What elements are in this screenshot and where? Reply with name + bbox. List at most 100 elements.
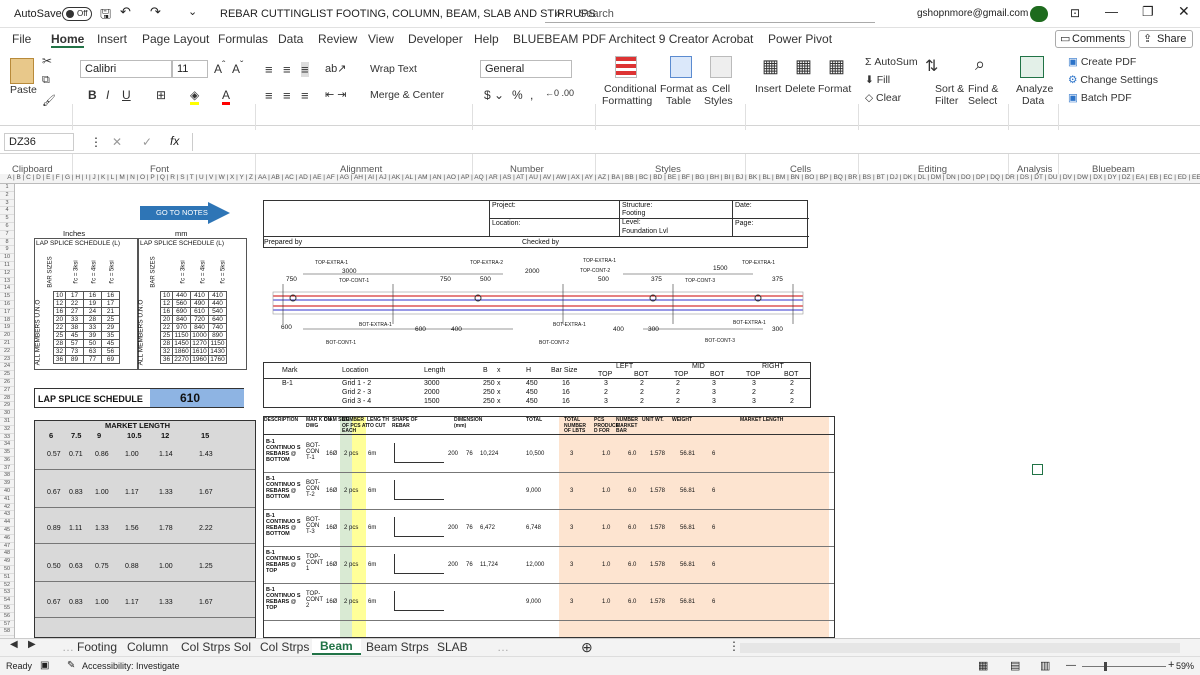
row-header[interactable]: 46 <box>0 535 14 543</box>
row-header[interactable]: 20 <box>0 332 14 340</box>
row-header[interactable]: 2 <box>0 192 14 200</box>
format-as-label[interactable]: Format as <box>660 83 707 95</box>
close-icon[interactable]: ✕ <box>1178 3 1190 20</box>
row-header[interactable]: 37 <box>0 465 14 473</box>
market-cell[interactable]: 0.71 <box>69 451 83 458</box>
row-header[interactable]: 54 <box>0 597 14 606</box>
align-left-icon[interactable]: ≡ <box>265 88 273 103</box>
indent-icon[interactable]: ⇤ ⇥ <box>325 88 347 101</box>
row-header[interactable]: 41 <box>0 496 14 504</box>
market-cell[interactable]: 1.78 <box>159 525 173 532</box>
format-cells-icon[interactable]: ▦ <box>828 56 845 77</box>
table-cell[interactable]: 1960 <box>190 355 209 364</box>
row-header[interactable]: 10 <box>0 254 14 262</box>
table-cell[interactable]: 440 <box>172 291 191 300</box>
conditional-formatting-icon[interactable] <box>615 56 637 78</box>
row-header[interactable]: 48 <box>0 550 14 559</box>
clear-label[interactable]: Clear <box>876 92 901 104</box>
zoom-out-icon[interactable]: — <box>1066 660 1076 671</box>
row-header[interactable]: 52 <box>0 582 14 590</box>
table-cell[interactable]: 10 <box>160 291 173 300</box>
fill-label[interactable]: Fill <box>877 74 890 86</box>
zoom-in-icon[interactable]: + <box>1168 659 1174 671</box>
tab-col-strps[interactable]: Col Strps <box>260 640 309 654</box>
market-cell[interactable]: 1.25 <box>199 563 213 570</box>
table-cell[interactable]: 36 <box>160 355 173 364</box>
table-cell[interactable]: 12 <box>53 299 66 308</box>
batch-pdf-label[interactable]: Batch PDF <box>1081 92 1132 104</box>
row-header[interactable]: 36 <box>0 457 14 465</box>
menu-insert[interactable]: Insert <box>97 32 127 46</box>
tab-beam[interactable]: Beam <box>312 639 361 655</box>
table-cell[interactable]: 21 <box>101 307 120 316</box>
tab-scroll-left-icon[interactable]: ◀ <box>10 639 18 650</box>
tab-slab[interactable]: SLAB <box>437 640 468 654</box>
table-cell[interactable]: 560 <box>172 299 191 308</box>
number-format-select[interactable]: General <box>480 60 572 78</box>
find-label[interactable]: Find & <box>968 83 998 95</box>
table-cell[interactable]: 840 <box>172 315 191 324</box>
row-header[interactable]: 11 <box>0 262 14 270</box>
menu-file[interactable]: File <box>12 32 31 46</box>
row-header[interactable]: 24 <box>0 363 14 372</box>
market-cell[interactable]: 1.33 <box>159 599 173 606</box>
grow-font-icon[interactable]: Aˆ <box>214 60 225 76</box>
row-header[interactable]: 14 <box>0 285 14 294</box>
table-cell[interactable]: 1150 <box>208 339 227 348</box>
row-header[interactable]: 6 <box>0 223 14 231</box>
accessibility-status[interactable]: Accessibility: Investigate <box>82 661 180 671</box>
table-cell[interactable]: 16 <box>83 291 102 300</box>
row-header[interactable]: 53 <box>0 589 14 598</box>
row-header[interactable]: 32 <box>0 426 14 434</box>
row-header[interactable]: 7 <box>0 231 14 239</box>
sort-filter-icon[interactable]: ⇅ <box>925 56 938 76</box>
create-pdf-label[interactable]: Create PDF <box>1081 56 1136 68</box>
table-cell[interactable]: 1000 <box>190 331 209 340</box>
zoom-level[interactable]: 59% <box>1176 661 1194 671</box>
market-cell[interactable]: 1.00 <box>159 563 173 570</box>
italic-icon[interactable]: I <box>106 88 109 102</box>
page-layout-view-icon[interactable]: ▤ <box>1010 659 1020 672</box>
redo-icon[interactable]: ↷ <box>150 4 161 20</box>
delete-cells-icon[interactable]: ▦ <box>795 56 812 77</box>
row-header[interactable]: 50 <box>0 566 14 574</box>
cut-icon[interactable]: ✂ <box>42 54 52 68</box>
enter-icon[interactable]: ✓ <box>142 135 152 149</box>
row-header[interactable]: 47 <box>0 543 14 551</box>
menu-data[interactable]: Data <box>278 32 303 46</box>
bold-icon[interactable]: B <box>88 88 97 102</box>
format-as-table-icon[interactable] <box>670 56 692 78</box>
font-size-select[interactable]: 11 <box>172 60 208 78</box>
analyze-label[interactable]: Analyze <box>1016 83 1053 95</box>
table-cell[interactable]: 39 <box>83 331 102 340</box>
row-header[interactable]: 49 <box>0 558 14 567</box>
market-cell[interactable]: 0.57 <box>47 451 61 458</box>
fill-color-icon[interactable]: ◈ <box>190 88 200 105</box>
table-cell[interactable]: 56 <box>101 347 120 356</box>
filter-label[interactable]: Filter <box>935 95 958 107</box>
underline-icon[interactable]: U <box>122 88 131 102</box>
table-cell[interactable]: 33 <box>83 323 102 332</box>
row-header[interactable]: 19 <box>0 324 14 333</box>
market-cell[interactable]: 1.00 <box>125 451 139 458</box>
row-header[interactable]: 29 <box>0 402 14 411</box>
paste-icon[interactable] <box>10 58 34 84</box>
insert-label[interactable]: Insert <box>755 83 781 95</box>
table-cell[interactable]: 10 <box>53 291 66 300</box>
menu-developer[interactable]: Developer <box>408 32 463 46</box>
market-cell[interactable]: 0.86 <box>95 451 109 458</box>
row-header[interactable]: 9 <box>0 246 14 255</box>
menu-acrobat[interactable]: Acrobat <box>712 32 753 46</box>
row-header[interactable]: 22 <box>0 348 14 356</box>
market-cell[interactable]: 1.43 <box>199 451 213 458</box>
table-cell[interactable]: 640 <box>208 315 227 324</box>
row-header[interactable]: 57 <box>0 621 14 629</box>
row-header[interactable]: 26 <box>0 379 14 387</box>
table-cell[interactable]: 16 <box>53 307 66 316</box>
conditional-label[interactable]: Conditional <box>604 83 657 95</box>
market-cell[interactable]: 2.22 <box>199 525 213 532</box>
menu-view[interactable]: View <box>368 32 394 46</box>
row-header[interactable]: 18 <box>0 317 14 325</box>
row-header[interactable]: 40 <box>0 488 14 496</box>
go-to-notes-button[interactable]: GO TO NOTES <box>140 202 230 224</box>
